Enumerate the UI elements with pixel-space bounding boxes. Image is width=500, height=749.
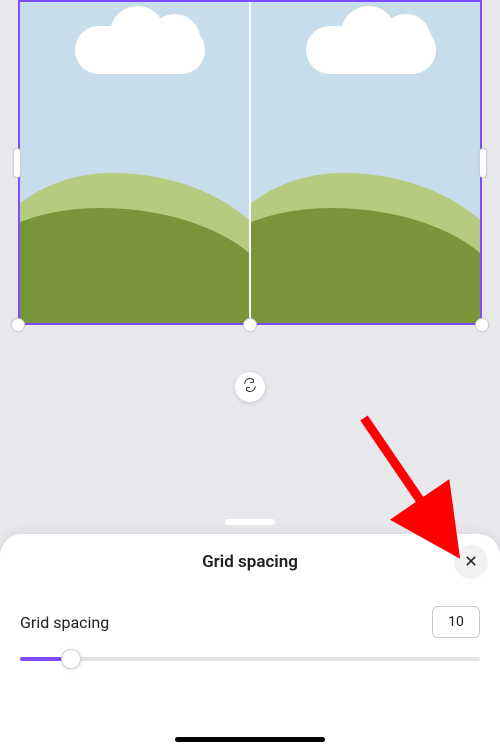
placeholder-cloud [306, 26, 436, 74]
close-icon [464, 553, 478, 572]
spacing-value-input[interactable]: 10 [432, 606, 480, 638]
grid-spacing-panel: Grid spacing Grid spacing 10 [0, 534, 500, 749]
spacing-label: Grid spacing [20, 613, 109, 632]
grid-cell-left[interactable] [20, 2, 249, 323]
placeholder-cloud [75, 26, 205, 74]
rotate-button[interactable] [235, 372, 265, 402]
image-grid-frame[interactable] [18, 0, 482, 325]
home-indicator [175, 737, 325, 742]
resize-handle-left[interactable] [13, 148, 21, 178]
panel-header: Grid spacing [0, 534, 500, 590]
spacing-control-row: Grid spacing 10 [0, 590, 500, 644]
sheet-drag-handle[interactable] [225, 519, 275, 525]
grid-cell-right[interactable] [251, 2, 480, 323]
rotate-icon [242, 377, 258, 397]
panel-title: Grid spacing [202, 552, 298, 572]
resize-handle-bottom-middle[interactable] [243, 318, 257, 332]
resize-handle-right[interactable] [479, 148, 487, 178]
grid-container [20, 2, 480, 323]
spacing-slider[interactable] [20, 644, 480, 674]
close-button[interactable] [454, 545, 488, 579]
canvas-selection[interactable] [18, 0, 482, 325]
slider-thumb[interactable] [61, 649, 81, 669]
resize-handle-bottom-left[interactable] [11, 318, 25, 332]
slider-track [20, 657, 480, 661]
resize-handle-bottom-right[interactable] [475, 318, 489, 332]
